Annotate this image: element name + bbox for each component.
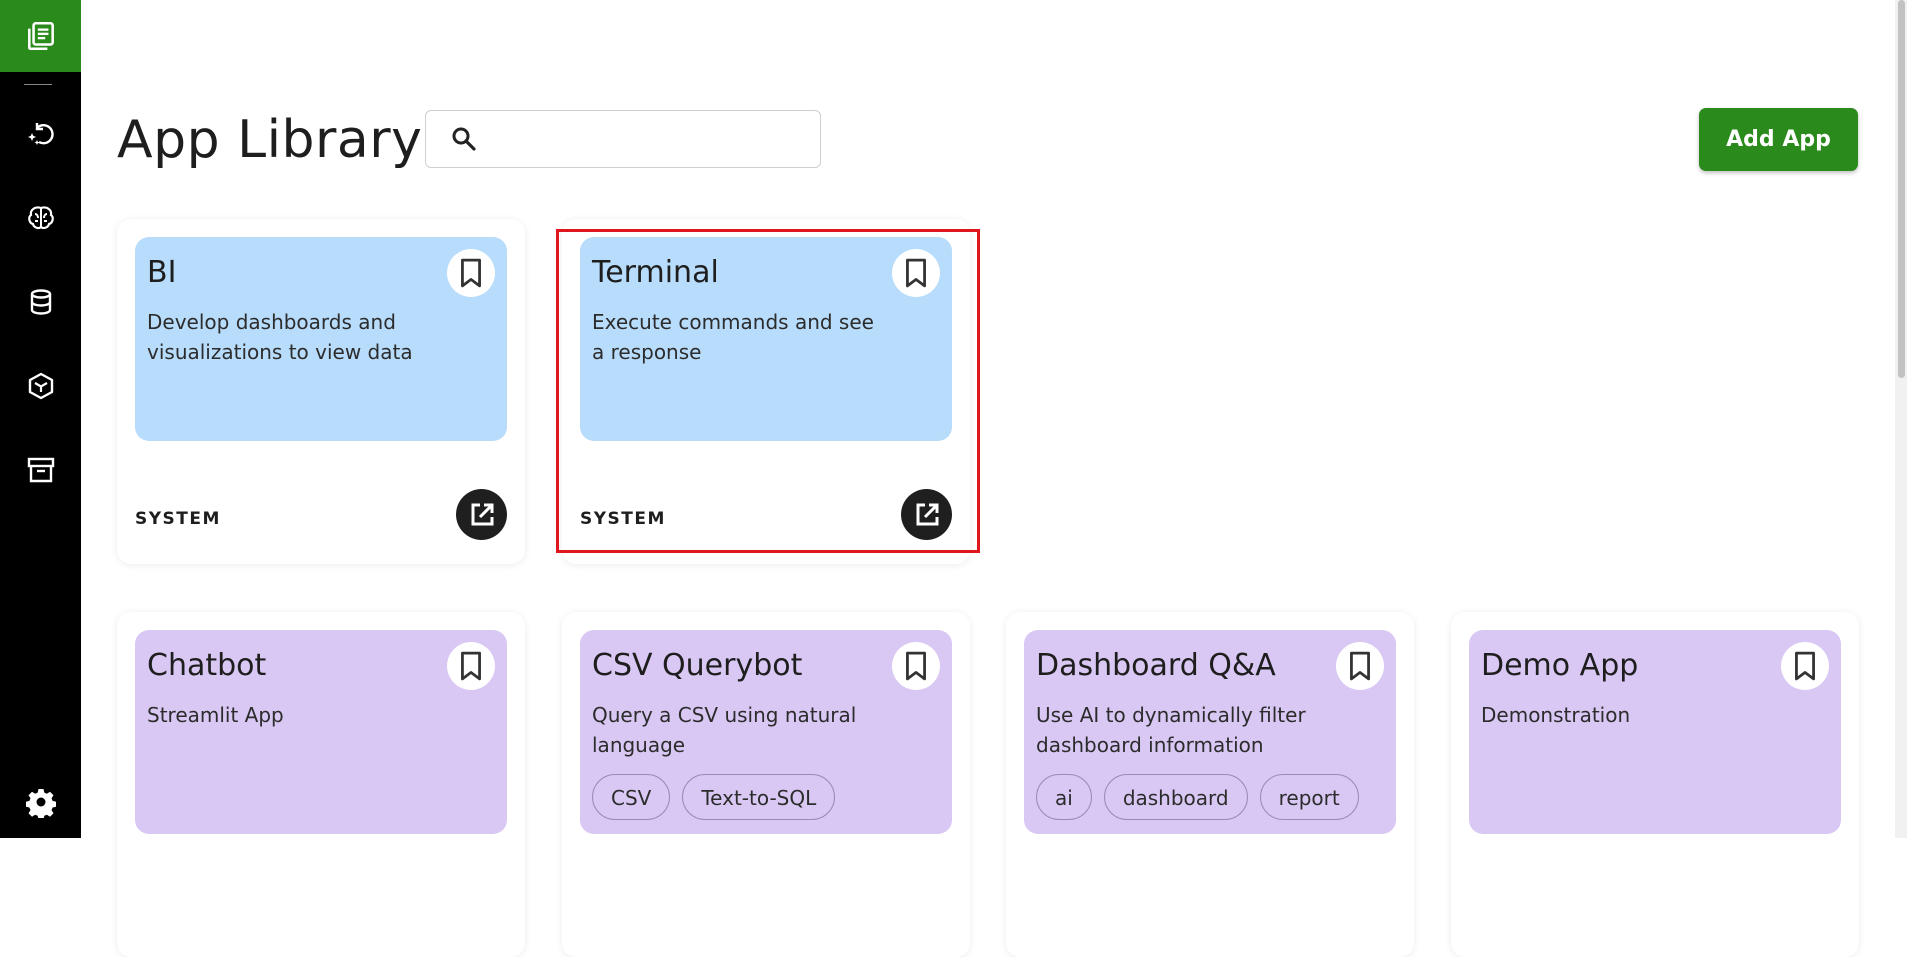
- app-description: Execute commands and see a response: [592, 310, 874, 364]
- app-card-chatbot[interactable]: Chatbot Streamlit App: [117, 612, 525, 957]
- app-source-label: SYSTEM: [580, 509, 666, 529]
- vertical-scrollbar[interactable]: [1895, 0, 1907, 838]
- library-icon: [27, 21, 54, 51]
- page-title: App Library: [117, 110, 423, 170]
- app-name: BI: [147, 255, 177, 290]
- app-card-dashboard-qa[interactable]: Dashboard Q&A Use AI to dynamically filt…: [1006, 612, 1414, 957]
- app-description: Develop dashboards and visualizations to…: [147, 310, 413, 364]
- open-app-button[interactable]: [456, 489, 507, 540]
- database-icon: [30, 289, 51, 315]
- app-card-tile: Chatbot Streamlit App: [135, 630, 507, 834]
- bookmark-icon: [461, 258, 481, 288]
- bookmark-button[interactable]: [892, 249, 940, 297]
- bookmark-button[interactable]: [447, 249, 495, 297]
- app-card-tile: CSV Querybot Query a CSV using natural l…: [580, 630, 952, 834]
- sidebar-item-prompt[interactable]: [0, 114, 81, 154]
- tag-chip[interactable]: ai: [1036, 774, 1092, 820]
- app-card-tile: Terminal Execute commands and see a resp…: [580, 237, 952, 441]
- bookmark-icon: [1350, 651, 1370, 681]
- sidebar-item-databases[interactable]: [0, 282, 81, 322]
- open-in-new-icon: [916, 503, 938, 525]
- sidebar-divider: [24, 84, 52, 85]
- bookmark-button[interactable]: [1781, 642, 1829, 690]
- app-name: Chatbot: [147, 648, 267, 683]
- tag-chip[interactable]: CSV: [592, 774, 671, 820]
- settings-gear-icon: [25, 789, 56, 818]
- tag-chip[interactable]: report: [1259, 774, 1359, 820]
- sidebar-item-settings[interactable]: [0, 782, 81, 822]
- archive-icon: [27, 457, 54, 483]
- app-name: Demo App: [1481, 648, 1639, 683]
- app-card-tile: Demo App Demonstration: [1469, 630, 1841, 834]
- app-description: Demonstration: [1481, 703, 1631, 727]
- sidebar-item-models[interactable]: [0, 198, 81, 238]
- app-description: Use AI to dynamically filter dashboard i…: [1036, 703, 1306, 757]
- sidebar-item-storage[interactable]: [0, 366, 81, 406]
- sidebar-item-library[interactable]: [0, 0, 81, 72]
- search-icon: [452, 127, 476, 151]
- tag-chip[interactable]: dashboard: [1103, 774, 1248, 820]
- tag-list: CSV Text-to-SQL: [592, 774, 836, 820]
- app-card-bi[interactable]: BI Develop dashboards and visualizations…: [117, 219, 525, 564]
- sidebar: [0, 0, 81, 838]
- bookmark-button[interactable]: [892, 642, 940, 690]
- scrollbar-thumb[interactable]: [1898, 0, 1905, 378]
- bookmark-icon: [461, 651, 481, 681]
- bookmark-icon: [906, 651, 926, 681]
- app-name: CSV Querybot: [592, 648, 803, 683]
- app-description: Streamlit App: [147, 703, 284, 727]
- app-card-tile: Dashboard Q&A Use AI to dynamically filt…: [1024, 630, 1396, 834]
- bookmark-icon: [906, 258, 926, 288]
- search-box[interactable]: [425, 110, 821, 168]
- tag-chip[interactable]: Text-to-SQL: [682, 774, 836, 820]
- cube-icon: [28, 372, 53, 400]
- open-app-button[interactable]: [901, 489, 952, 540]
- app-name: Terminal: [592, 255, 719, 290]
- brain-icon: [27, 206, 54, 230]
- app-card-demo-app[interactable]: Demo App Demonstration: [1451, 612, 1859, 957]
- sparkle-refresh-icon: [27, 123, 54, 145]
- add-app-button[interactable]: Add App: [1699, 108, 1858, 171]
- search-input[interactable]: [488, 118, 820, 160]
- app-card-terminal[interactable]: Terminal Execute commands and see a resp…: [562, 219, 970, 564]
- bookmark-icon: [1795, 651, 1815, 681]
- app-source-label: SYSTEM: [135, 509, 221, 529]
- app-description: Query a CSV using natural language: [592, 703, 857, 757]
- sidebar-item-archive[interactable]: [0, 450, 81, 490]
- bookmark-button[interactable]: [447, 642, 495, 690]
- tag-list: ai dashboard report: [1036, 774, 1359, 820]
- bookmark-button[interactable]: [1336, 642, 1384, 690]
- app-card-csv-querybot[interactable]: CSV Querybot Query a CSV using natural l…: [562, 612, 970, 957]
- app-name: Dashboard Q&A: [1036, 648, 1276, 683]
- open-in-new-icon: [471, 503, 493, 525]
- app-card-tile: BI Develop dashboards and visualizations…: [135, 237, 507, 441]
